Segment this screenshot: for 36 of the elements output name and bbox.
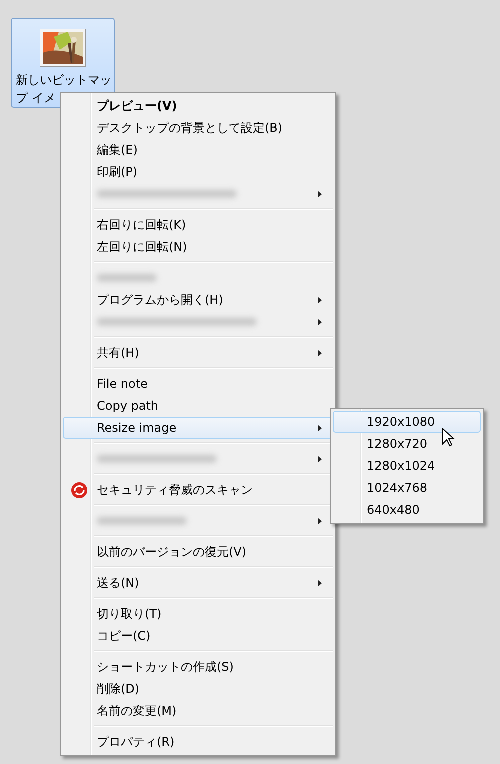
menu-item[interactable]: セキュリティ脅威のスキャン (63, 479, 333, 501)
menu-item[interactable]: 以前のバージョンの復元(V) (63, 541, 333, 563)
menu-item[interactable]: 名前の変更(M) (63, 700, 333, 722)
submenu-arrow-icon (318, 297, 322, 304)
menu-item[interactable]: 1024x768 (333, 477, 481, 499)
submenu-arrow-icon (318, 518, 322, 525)
menu-item[interactable]: ショートカットの作成(S) (63, 656, 333, 678)
menu-item[interactable]: Copy path (63, 395, 333, 417)
submenu-arrow-icon (318, 350, 322, 357)
menu-item[interactable]: File note (63, 373, 333, 395)
menu-item[interactable]: 印刷(P) (63, 161, 333, 183)
menu-item[interactable]: 送る(N) (63, 572, 333, 594)
menu-item[interactable]: 共有(H) (63, 342, 333, 364)
menu-item[interactable]: プログラムから開く(H) (63, 289, 333, 311)
menu-item[interactable]: 右回りに回転(K) (63, 214, 333, 236)
menu-item[interactable]: 1280x720 (333, 433, 481, 455)
file-name: 新しいビットマッ (15, 72, 112, 89)
menu-item[interactable]: Resize image (63, 417, 333, 439)
blurred-text (97, 274, 157, 282)
menu-item[interactable]: 左回りに回転(N) (63, 236, 333, 258)
menu-item[interactable]: コピー(C) (63, 625, 333, 647)
menu-item[interactable]: プロパティ(R) (63, 731, 333, 753)
submenu-arrow-icon (318, 580, 322, 587)
submenu-arrow-icon (318, 191, 322, 198)
submenu-arrow-icon (318, 456, 322, 463)
menu-item[interactable]: 640x480 (333, 499, 481, 521)
menu-item[interactable]: 編集(E) (63, 139, 333, 161)
file-name: プ イメ (15, 90, 56, 107)
mouse-pointer-icon (442, 428, 455, 448)
submenu-arrow-icon (318, 425, 322, 432)
menu-item[interactable]: 削除(D) (63, 678, 333, 700)
menu-item[interactable]: デスクトップの背景として設定(B) (63, 117, 333, 139)
menu-item[interactable]: 1920x1080 (333, 411, 481, 433)
submenu-arrow-icon (318, 319, 322, 326)
menu-item[interactable]: 1280x1024 (333, 455, 481, 477)
menu-item[interactable]: 切り取り(T) (63, 603, 333, 625)
